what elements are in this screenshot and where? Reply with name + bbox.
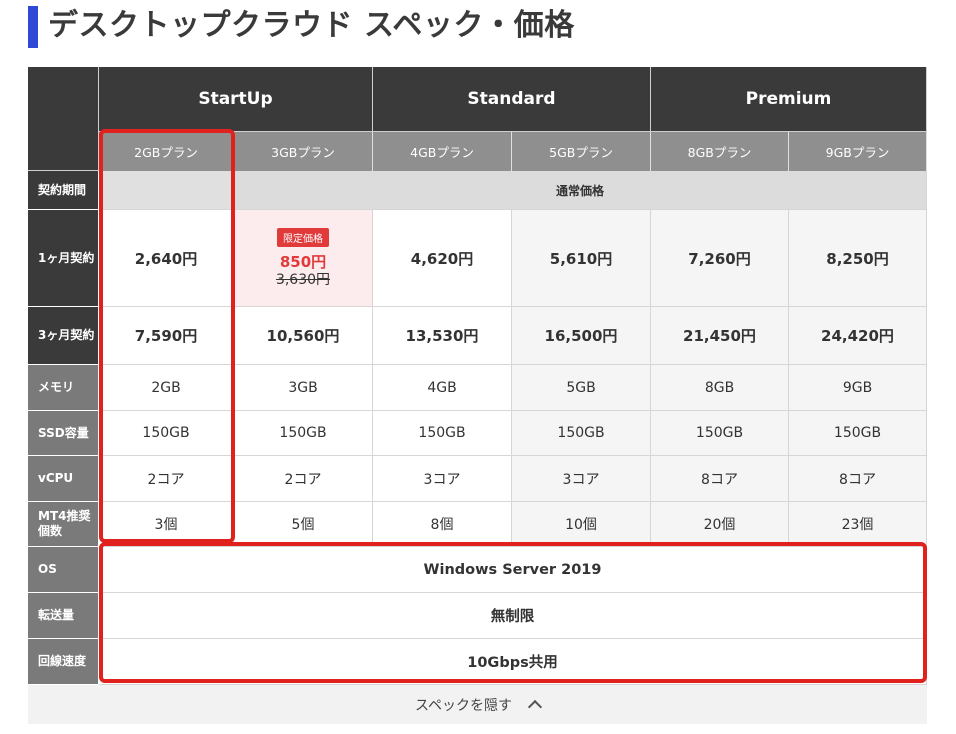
row-header-vcpu: vCPU	[28, 456, 99, 502]
price-1m-4gb: 4,620円	[373, 210, 512, 307]
page-title: デスクトップクラウド スペック・価格	[48, 8, 575, 43]
transfer-value: 無制限	[99, 593, 927, 639]
mt4-4gb: 8個	[373, 502, 512, 547]
plan-header-8gb: 8GBプラン	[651, 132, 789, 171]
mt4-3gb: 5個	[234, 502, 373, 547]
memory-3gb: 3GB	[234, 365, 373, 411]
row-header-one-month: 1ヶ月契約	[28, 210, 99, 307]
vcpu-8gb: 8コア	[651, 456, 789, 502]
price-1m-2gb: 2,640円	[99, 210, 234, 307]
row-header-line-speed: 回線速度	[28, 639, 99, 685]
plan-header-4gb: 4GBプラン	[373, 132, 512, 171]
plan-header-3gb: 3GBプラン	[234, 132, 373, 171]
vcpu-3gb: 2コア	[234, 456, 373, 502]
row-header-ssd: SSD容量	[28, 411, 99, 456]
mt4-9gb: 23個	[789, 502, 927, 547]
price-3m-2gb: 7,590円	[99, 307, 234, 365]
group-header-premium: Premium	[651, 67, 927, 132]
ssd-5gb: 150GB	[512, 411, 651, 456]
price-1m-8gb: 7,260円	[651, 210, 789, 307]
price-1m-3gb: 限定価格 850円 3,630円	[234, 210, 373, 307]
ssd-3gb: 150GB	[234, 411, 373, 456]
mt4-8gb: 20個	[651, 502, 789, 547]
vcpu-5gb: 3コア	[512, 456, 651, 502]
hide-specs-toggle[interactable]: スペックを隠す	[28, 685, 927, 724]
row-header-mt4: MT4推奨個数	[28, 502, 99, 547]
ssd-4gb: 150GB	[373, 411, 512, 456]
line-speed-value: 10Gbps共用	[99, 639, 927, 685]
ssd-2gb: 150GB	[99, 411, 234, 456]
row-header-memory: メモリ	[28, 365, 99, 411]
row-header-transfer: 転送量	[28, 593, 99, 639]
vcpu-9gb: 8コア	[789, 456, 927, 502]
ssd-8gb: 150GB	[651, 411, 789, 456]
memory-5gb: 5GB	[512, 365, 651, 411]
plan-header-5gb: 5GBプラン	[512, 132, 651, 171]
price-1m-9gb: 8,250円	[789, 210, 927, 307]
vcpu-4gb: 3コア	[373, 456, 512, 502]
mt4-2gb: 3個	[99, 502, 234, 547]
group-header-startup: StartUp	[99, 67, 373, 132]
spec-price-table: StartUp Standard Premium 2GBプラン 3GBプラン 4…	[28, 67, 927, 724]
price-3m-3gb: 10,560円	[234, 307, 373, 365]
price-1m-5gb: 5,610円	[512, 210, 651, 307]
row-header-contract-period: 契約期間	[28, 171, 99, 210]
mt4-5gb: 10個	[512, 502, 651, 547]
vcpu-2gb: 2コア	[99, 456, 234, 502]
ssd-9gb: 150GB	[789, 411, 927, 456]
price-3m-4gb: 13,530円	[373, 307, 512, 365]
plan-header-9gb: 9GBプラン	[789, 132, 927, 171]
limited-price-badge: 限定価格	[277, 227, 329, 247]
memory-2gb: 2GB	[99, 365, 234, 411]
row-header-os: OS	[28, 547, 99, 593]
row-header-three-month: 3ヶ月契約	[28, 307, 99, 365]
memory-4gb: 4GB	[373, 365, 512, 411]
sale-price: 850円	[279, 252, 327, 271]
table-corner	[28, 67, 99, 171]
hide-specs-label: スペックを隠す	[414, 697, 513, 714]
os-value: Windows Server 2019	[99, 547, 927, 593]
contract-period-value: 通常価格	[234, 171, 927, 210]
price-3m-5gb: 16,500円	[512, 307, 651, 365]
contract-period-cell	[99, 171, 234, 210]
original-price: 3,630円	[275, 271, 331, 288]
title-accent-bar	[28, 6, 38, 48]
memory-8gb: 8GB	[651, 365, 789, 411]
plan-header-2gb: 2GBプラン	[99, 132, 234, 171]
group-header-standard: Standard	[373, 67, 651, 132]
memory-9gb: 9GB	[789, 365, 927, 411]
price-3m-8gb: 21,450円	[651, 307, 789, 365]
price-3m-9gb: 24,420円	[789, 307, 927, 365]
chevron-up-icon	[527, 699, 543, 715]
